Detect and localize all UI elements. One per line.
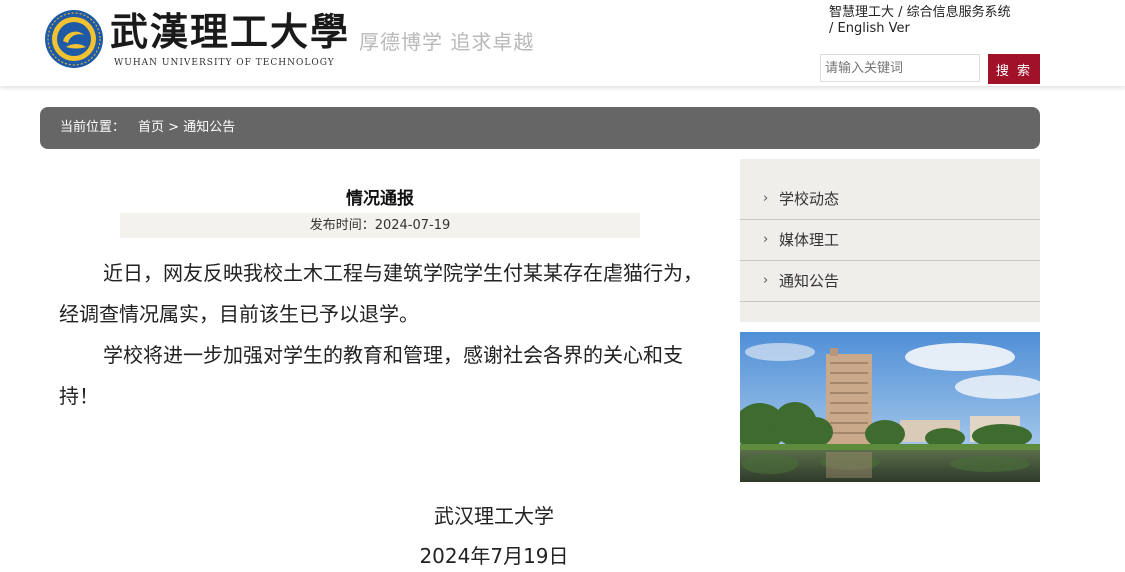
campus-photo (740, 332, 1040, 482)
breadcrumb-trail: 首页 > 通知公告 (138, 107, 235, 149)
info-service-link[interactable]: 综合信息服务系统 (907, 5, 1011, 20)
article-paragraph: 近日，网友反映我校土木工程与建筑学院学生付某某存在虐猫行为，经调查情况属实，目前… (59, 261, 703, 326)
chevron-right-icon: › (763, 232, 769, 247)
sidebar-item-label: 通知公告 (779, 272, 840, 290)
article-paragraph: 学校将进一步加强对学生的教育和管理，感谢社会各界的关心和支持！ (59, 343, 683, 408)
university-name-en: WUHAN UNIVERSITY OF TECHNOLOGY (114, 58, 335, 68)
sidebar-item-label: 媒体理工 (779, 231, 840, 249)
breadcrumb-home-link[interactable]: 首页 (138, 120, 164, 135)
breadcrumb-current-link[interactable]: 通知公告 (183, 120, 235, 135)
sidebar-nav: › 学校动态 › 媒体理工 › 通知公告 (740, 159, 1040, 322)
university-name-cn[interactable]: 武漢理工大學 (110, 10, 350, 54)
article-signature: 武汉理工大学 (434, 504, 554, 528)
link-separator: / (894, 5, 907, 20)
link-separator: / (829, 21, 838, 36)
publish-date: 发布时间：2024-07-19 (120, 213, 640, 238)
motto: 厚德博学 追求卓越 (359, 30, 535, 54)
top-links: 智慧理工大 / 综合信息服务系统 / English Ver (829, 5, 1019, 37)
smart-campus-link[interactable]: 智慧理工大 (829, 5, 894, 20)
chevron-right-icon: › (763, 273, 769, 288)
article-title: 情况通报 (346, 189, 414, 209)
sidebar-item-notices[interactable]: › 通知公告 (740, 261, 1040, 302)
breadcrumb-separator: > (168, 120, 180, 135)
site-header: 武漢理工大學 WUHAN UNIVERSITY OF TECHNOLOGY 厚德… (0, 0, 1125, 86)
article-sign-date: 2024年7月19日 (419, 544, 569, 568)
sidebar-item-label: 学校动态 (779, 190, 840, 208)
breadcrumb-label: 当前位置： (60, 120, 126, 135)
search-button[interactable]: 搜 索 (988, 54, 1040, 84)
sidebar-item-media[interactable]: › 媒体理工 (740, 220, 1040, 261)
chevron-right-icon: › (763, 191, 769, 206)
search-input[interactable] (820, 54, 980, 82)
sidebar-item-school-news[interactable]: › 学校动态 (740, 179, 1040, 220)
university-seal-logo[interactable] (44, 9, 104, 69)
breadcrumb: 当前位置： 首页 > 通知公告 (40, 107, 1040, 149)
english-version-link[interactable]: English Ver (838, 21, 910, 36)
